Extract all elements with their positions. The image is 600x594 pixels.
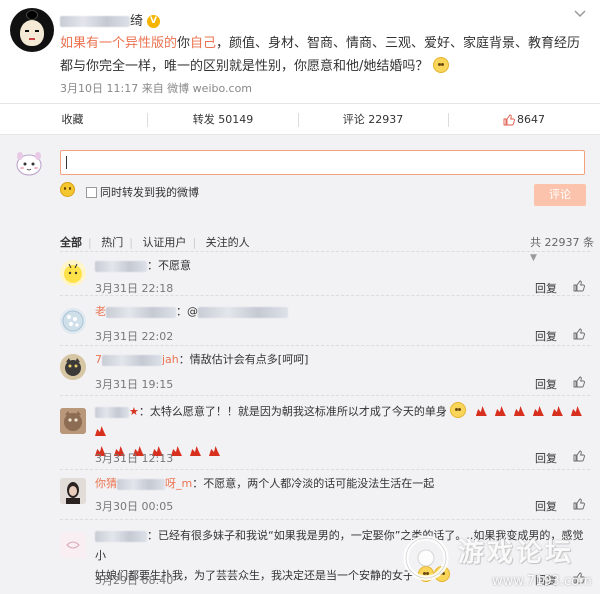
comment-input[interactable] [60, 150, 585, 175]
comment-time: 3月31日 22:18 [95, 282, 174, 295]
commenter-avatar[interactable] [60, 478, 86, 504]
cat-emoji-icon [432, 57, 449, 73]
post-text: 如果有一个异性版的你自己，颜值、身材、智商、情商、三观、爱好、家庭背景、教育经历… [60, 36, 581, 74]
repost-checkbox-row[interactable]: 同时转发到我的微博 [86, 184, 199, 200]
like-count: 8647 [517, 113, 545, 126]
commenter-name[interactable]: 老 [95, 305, 176, 318]
commenter-name[interactable]: 7 jah [95, 353, 179, 366]
commenter-name[interactable]: ★ [95, 405, 139, 418]
comment-item: 你猜 呀_m：不愿意，两个人都冷淡的话可能没法生活在一起 3月30日 00:05 … [60, 469, 590, 519]
comment-button[interactable]: 评论 22937 [299, 104, 447, 135]
fire-icon [475, 406, 487, 416]
commenter-avatar[interactable] [60, 260, 86, 286]
commenter-avatar[interactable] [60, 408, 86, 434]
post-meta: 3月10日 11:17 来自 微博 weibo.com [60, 82, 253, 95]
favorite-button[interactable]: 收藏 [0, 104, 145, 135]
reply-button[interactable]: 回复 [535, 498, 557, 514]
comment-time: 3月31日 19:15 [95, 378, 174, 391]
post-text-highlight-2: 自己 [190, 36, 217, 51]
repost-button[interactable]: 转发 50149 [148, 104, 298, 135]
comment-item: 7 jah：情敌估计会有点多[呵呵] 3月31日 19:15 回复 [60, 345, 590, 395]
reply-button[interactable]: 回复 [535, 450, 557, 466]
watermark-url: www.7193.com [492, 574, 592, 589]
commenter-avatar[interactable] [60, 532, 86, 558]
chevron-down-icon[interactable] [572, 8, 588, 20]
thumb-up-icon[interactable] [573, 450, 585, 465]
post-text-highlight: 如果有一个异性版的 [60, 36, 178, 51]
comment-item: 老：@ 3月31日 22:02 回复 [60, 295, 590, 345]
comment-text: ：不愿意 [95, 256, 191, 276]
post-actions-bar: 收藏 转发 50149 评论 22937 8647 [0, 103, 600, 135]
filter-following[interactable]: 关注的人 [206, 236, 250, 249]
commenter-avatar[interactable] [60, 354, 86, 380]
filter-verified[interactable]: 认证用户 [142, 236, 186, 249]
comment-filters: 全部 | 热门 | 认证用户 | 关注的人 [60, 236, 250, 249]
comment-time: 3月29日 08:40 [95, 574, 174, 587]
reply-button[interactable]: 回复 [535, 376, 557, 392]
author-avatar[interactable] [10, 8, 54, 52]
filter-all[interactable]: 全部 [60, 236, 82, 249]
watermark-logo-icon [403, 535, 449, 581]
comment-time: 3月30日 00:05 [95, 500, 174, 513]
thumb-up-icon[interactable] [573, 498, 585, 513]
cat-emoji-icon [450, 402, 467, 418]
comment-item: ：不愿意 3月31日 22:18 回复 [60, 251, 590, 295]
commenter-name[interactable] [95, 529, 147, 542]
my-avatar[interactable] [14, 148, 44, 178]
filter-hot[interactable]: 热门 [101, 236, 123, 249]
comment-item: ★：太特么愿意了！！就是因为朝我这标准所以才成了今天的单身 3月31日 12:1… [60, 395, 590, 469]
comment-text: 你猜 呀_m：不愿意，两个人都冷淡的话可能没法生活在一起 [95, 477, 435, 490]
submit-comment-button[interactable]: 评论 [534, 184, 586, 206]
comment-text: 老：@ [95, 302, 288, 322]
commenter-name[interactable] [95, 259, 147, 272]
author-name[interactable]: 绮V [60, 10, 161, 29]
like-button[interactable]: 8647 [449, 104, 599, 135]
reply-button[interactable]: 回复 [535, 280, 557, 296]
commenter-avatar[interactable] [60, 308, 86, 334]
repost-checkbox-label: 同时转发到我的微博 [100, 186, 199, 199]
commenter-name[interactable]: 你猜 呀_m [95, 477, 192, 490]
watermark-text: 游戏论坛 [458, 538, 575, 568]
thumb-up-icon[interactable] [573, 280, 585, 295]
star-icon: ★ [129, 405, 139, 418]
comment-text: 7 jah：情敌估计会有点多[呵呵] [95, 353, 309, 366]
smiley-icon[interactable] [60, 182, 75, 197]
thumb-up-icon[interactable] [573, 328, 585, 343]
thumb-up-icon [503, 114, 515, 126]
verified-badge-icon: V [147, 15, 161, 28]
reply-button[interactable]: 回复 [535, 328, 557, 344]
comment-time: 3月31日 12:13 [95, 452, 174, 465]
comment-time: 3月31日 22:02 [95, 330, 174, 343]
thumb-up-icon[interactable] [573, 376, 585, 391]
repost-checkbox[interactable] [86, 187, 97, 198]
site-watermark: 游戏论坛 www.7193.com [400, 522, 600, 594]
weibo-post: 绮V 如果有一个异性版的你自己，颜值、身材、智商、情商、三观、爱好、家庭背景、教… [0, 0, 600, 103]
text-cursor [66, 156, 67, 169]
